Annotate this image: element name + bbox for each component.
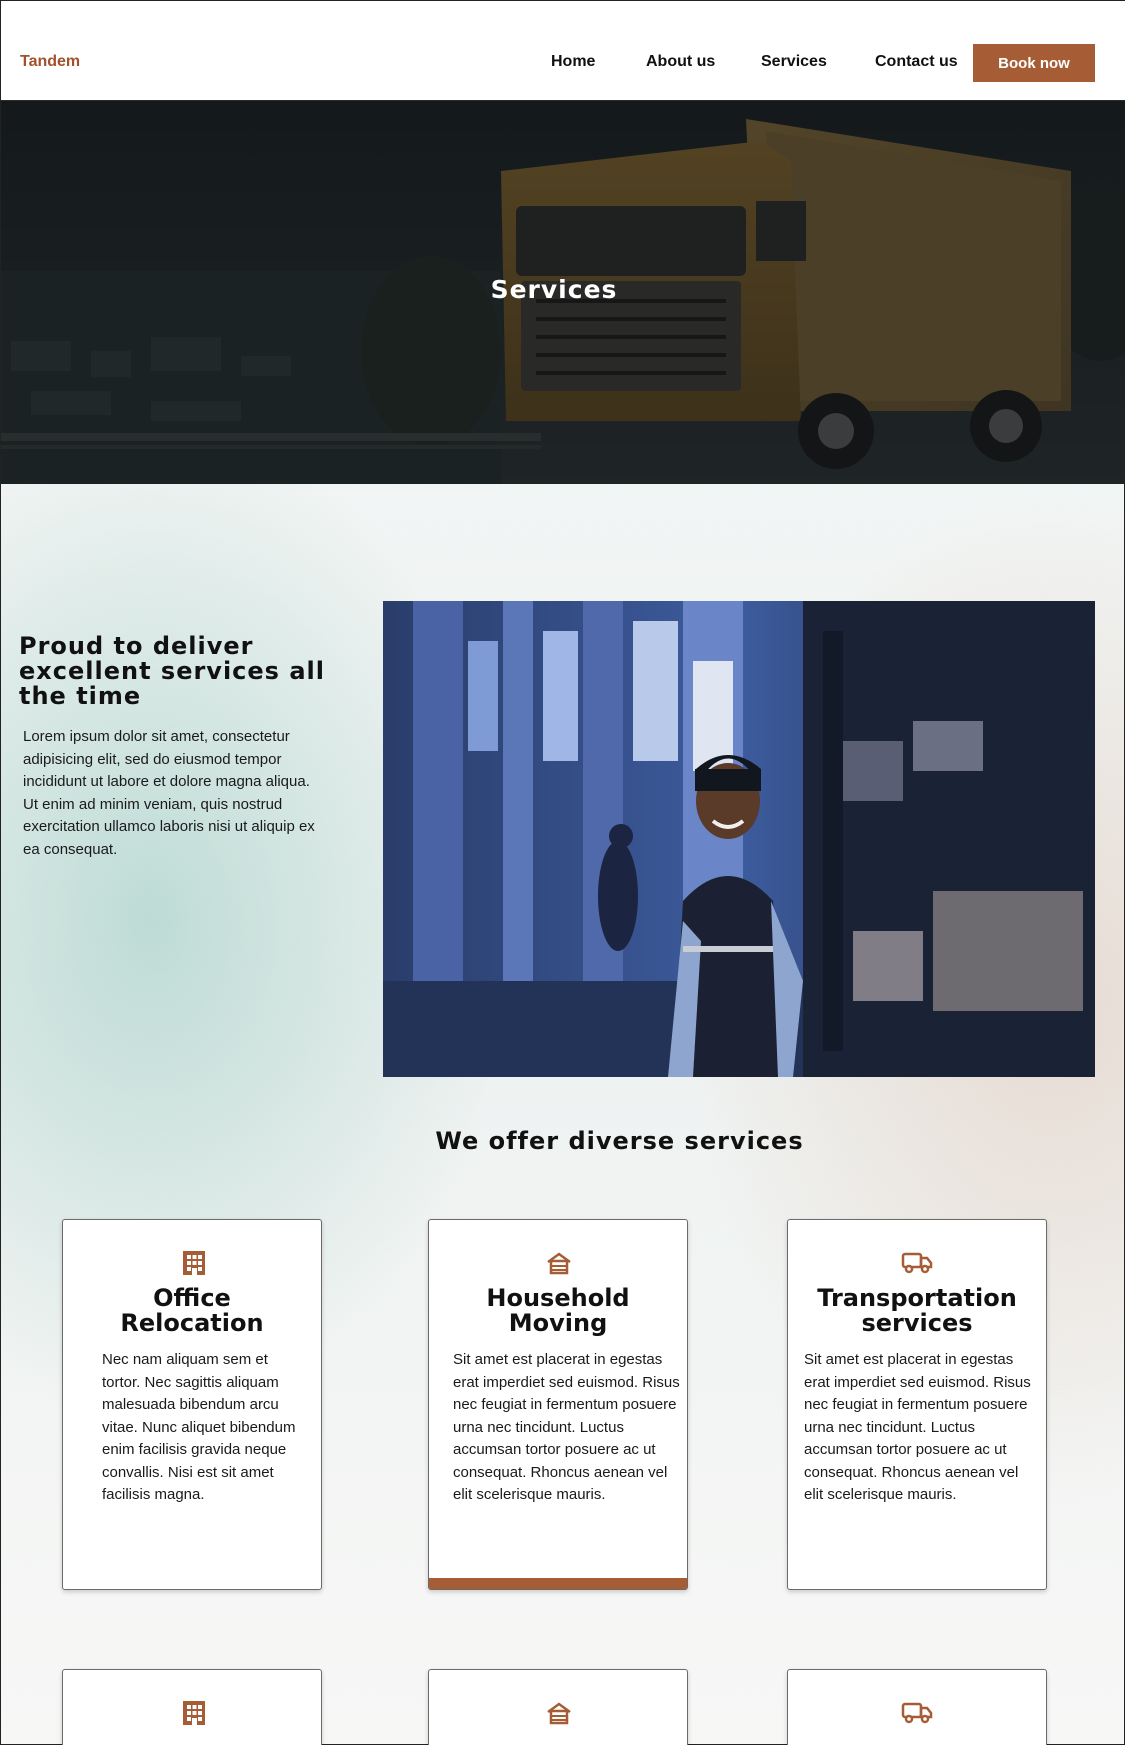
building-icon	[180, 1698, 208, 1731]
nav-link-contact[interactable]: Contact us	[875, 53, 958, 71]
building-icon	[180, 1248, 208, 1281]
service-card-transport[interactable]: Transportation services Sit amet est pla…	[787, 1219, 1047, 1590]
card-accent-bar	[429, 1578, 687, 1589]
card-text-transport: Sit amet est placerat in egestas erat im…	[804, 1351, 1031, 1503]
services-heading: We offer diverse services	[435, 1127, 804, 1155]
service-card-row2-3[interactable]	[787, 1669, 1047, 1745]
nav-link-services[interactable]: Services	[761, 53, 827, 71]
nav-link-about[interactable]: About us	[646, 53, 715, 71]
brand-logo[interactable]: Tandem	[20, 53, 80, 71]
intro-paragraph: Lorem ipsum dolor sit amet, consectetur …	[23, 728, 315, 858]
card-title-transport: Transportation services	[817, 1284, 1017, 1337]
hero-banner: Services	[1, 101, 1125, 484]
hero-title: Services	[490, 275, 618, 304]
courier-photo	[383, 601, 1095, 1077]
top-navbar: Tandem Home About us Services Contact us…	[1, 1, 1125, 101]
house-icon	[545, 1698, 573, 1731]
book-now-button[interactable]: Book now	[973, 44, 1095, 82]
service-card-office[interactable]: Office Relocation Nec nam aliquam sem et…	[62, 1219, 322, 1590]
intro-heading: Proud to deliver excellent services all …	[19, 632, 325, 710]
card-title-household: Household Moving	[486, 1284, 630, 1337]
nav-link-home[interactable]: Home	[551, 53, 595, 71]
service-card-household[interactable]: Household Moving Sit amet est placerat i…	[428, 1219, 688, 1590]
card-text-household: Sit amet est placerat in egestas erat im…	[453, 1351, 680, 1503]
service-card-row2-1[interactable]	[62, 1669, 322, 1745]
card-text-office: Nec nam aliquam sem et tortor. Nec sagit…	[102, 1351, 296, 1503]
house-icon	[545, 1248, 573, 1281]
service-card-row2-2[interactable]	[428, 1669, 688, 1745]
truck-icon	[901, 1698, 933, 1731]
card-title-office: Office Relocation	[120, 1284, 264, 1337]
truck-icon	[901, 1248, 933, 1281]
